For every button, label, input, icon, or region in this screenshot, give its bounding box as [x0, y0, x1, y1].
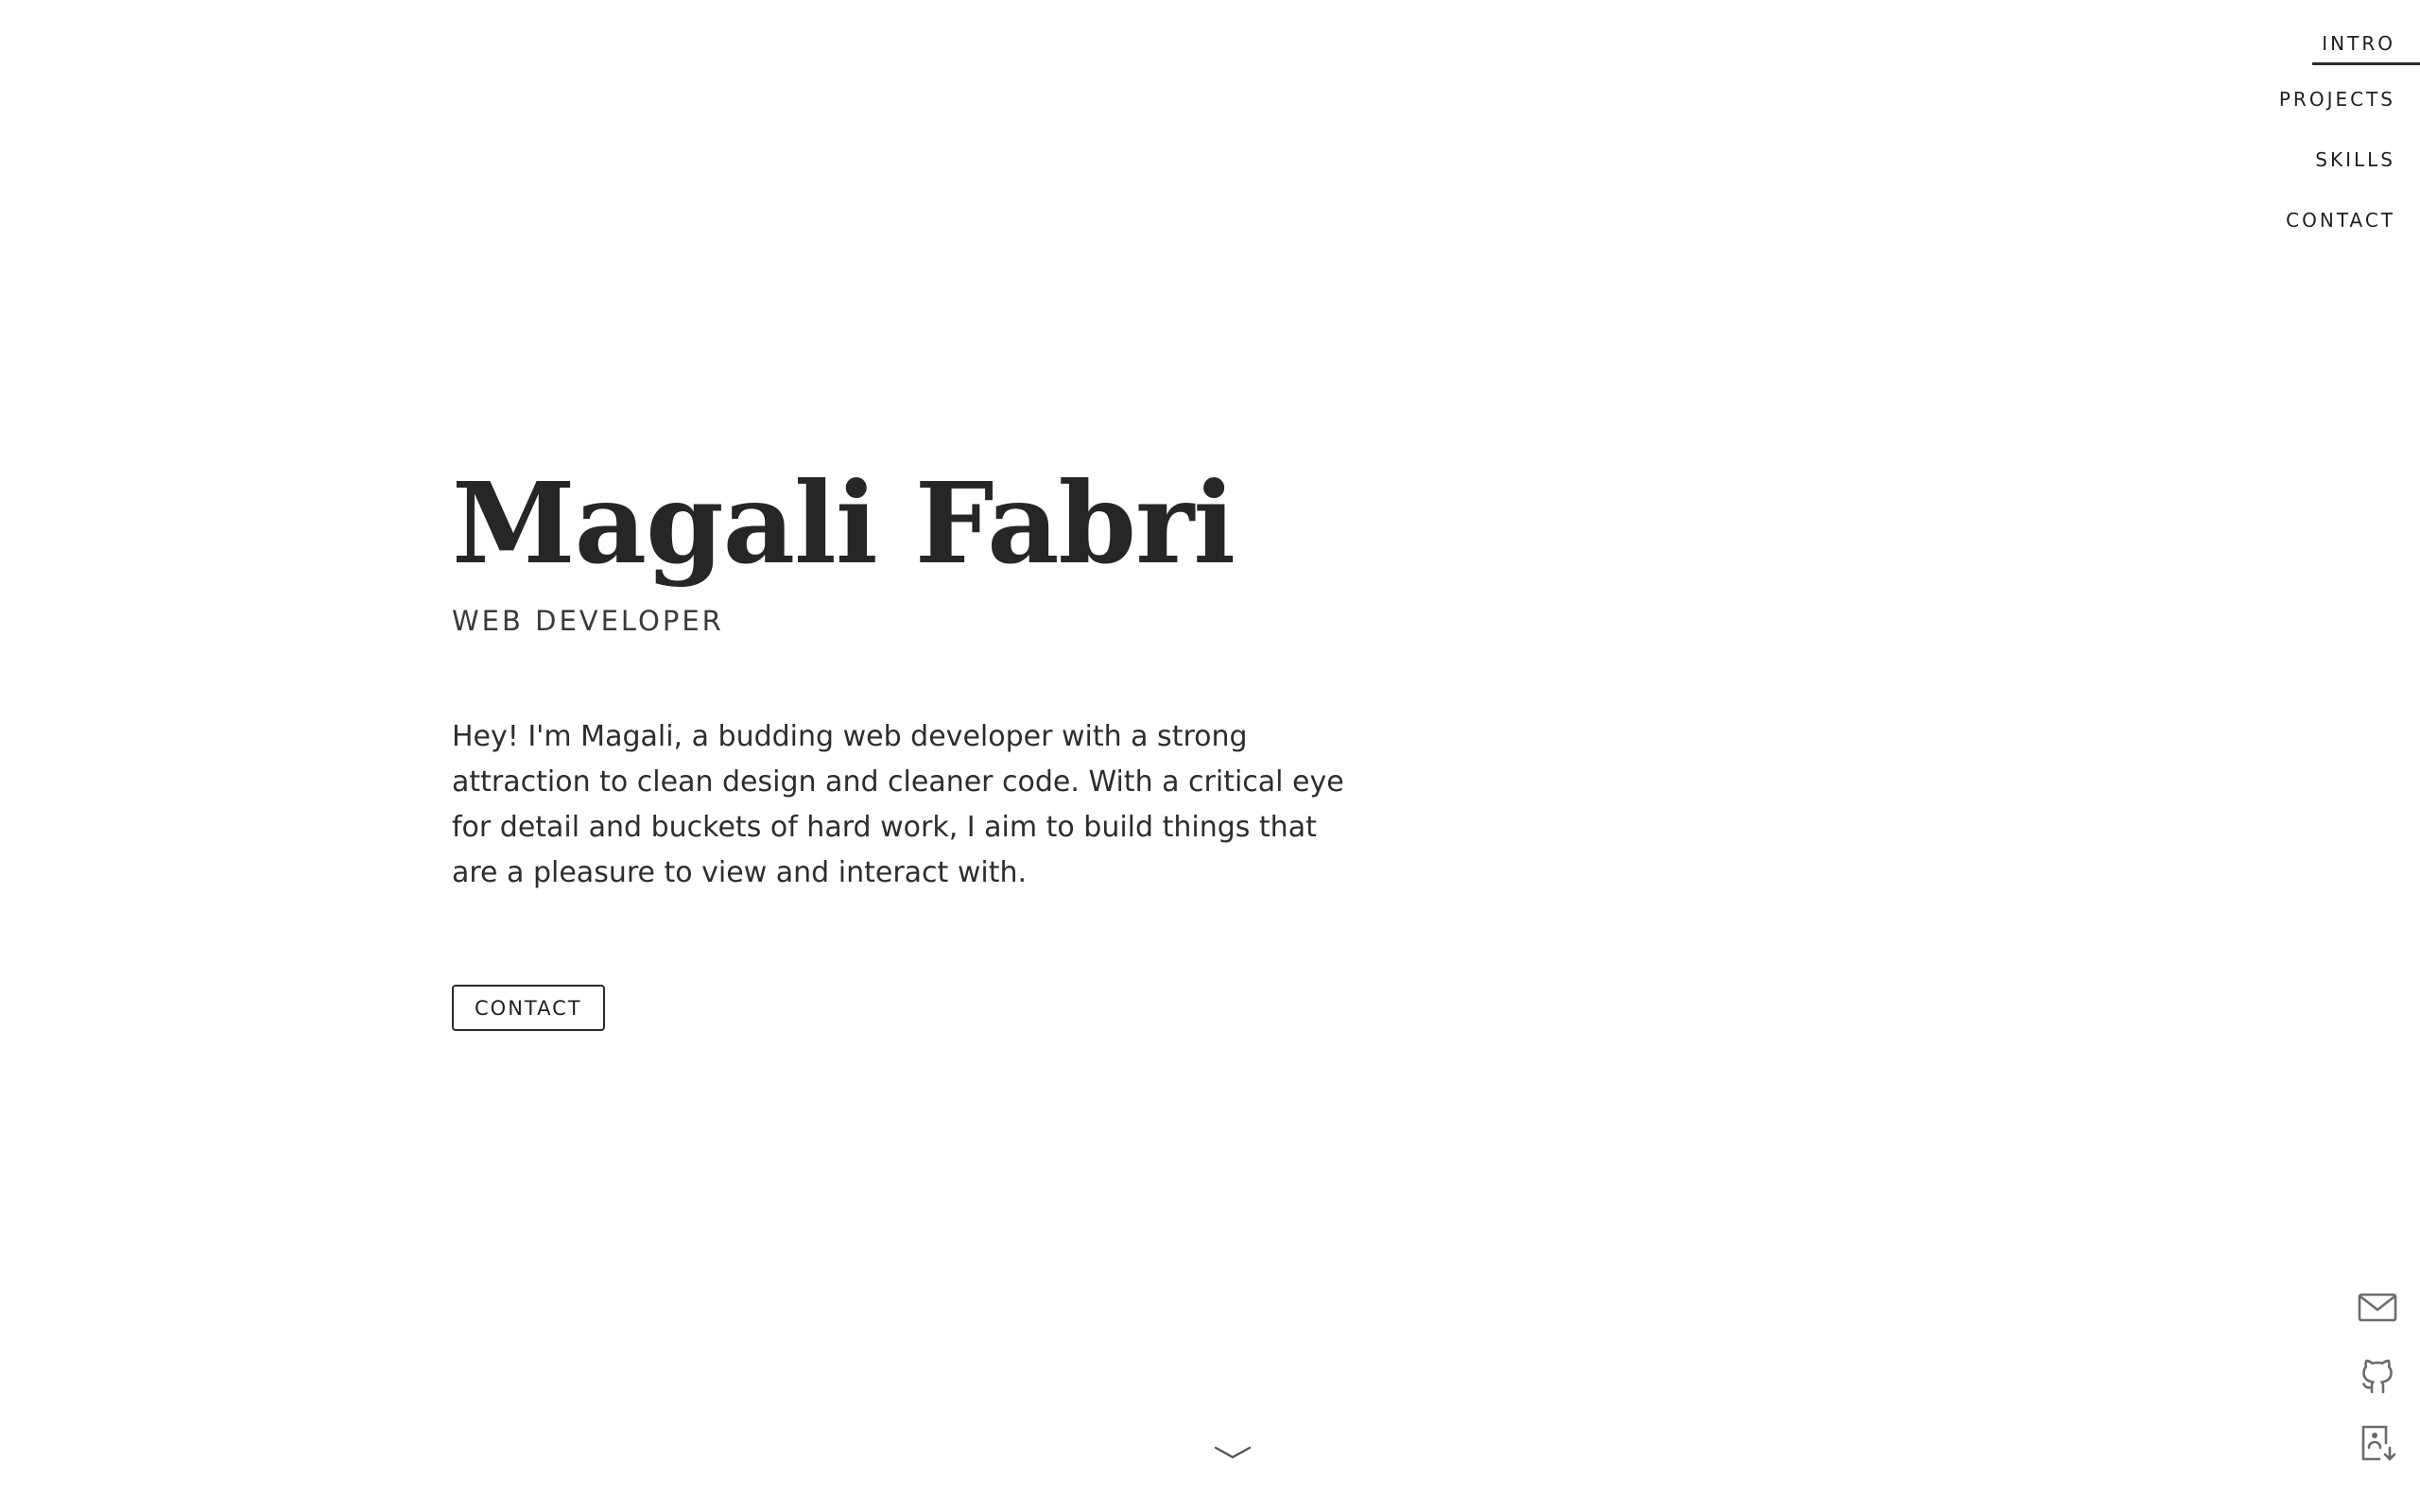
email-link[interactable]: [2356, 1285, 2399, 1329]
hero-role: WEB DEVELOPER: [452, 605, 724, 638]
github-link[interactable]: [2356, 1353, 2399, 1397]
hero-name: Magali Fabri: [452, 457, 1236, 589]
hero-bio: Hey! I'm Magali, a budding web developer…: [452, 720, 1344, 890]
main-nav: INTRO PROJECTS SKILLS CONTACT: [2269, 32, 2420, 269]
contact-button[interactable]: CONTACT: [452, 985, 605, 1032]
nav-item-skills[interactable]: SKILLS: [2306, 148, 2420, 179]
intro-section: Magali Fabri WEB DEVELOPER Hey! I'm Maga…: [452, 457, 1397, 1032]
github-icon: [2362, 1359, 2393, 1394]
mail-icon: [2358, 1293, 2397, 1322]
resume-link[interactable]: [2356, 1421, 2399, 1465]
resume-download-icon: [2361, 1425, 2396, 1461]
chevron-down-icon[interactable]: [1214, 1444, 1252, 1463]
nav-item-contact[interactable]: CONTACT: [2276, 209, 2420, 239]
social-links: [2356, 1285, 2399, 1465]
nav-item-projects[interactable]: PROJECTS: [2270, 88, 2420, 118]
nav-item-intro[interactable]: INTRO: [2312, 32, 2420, 65]
